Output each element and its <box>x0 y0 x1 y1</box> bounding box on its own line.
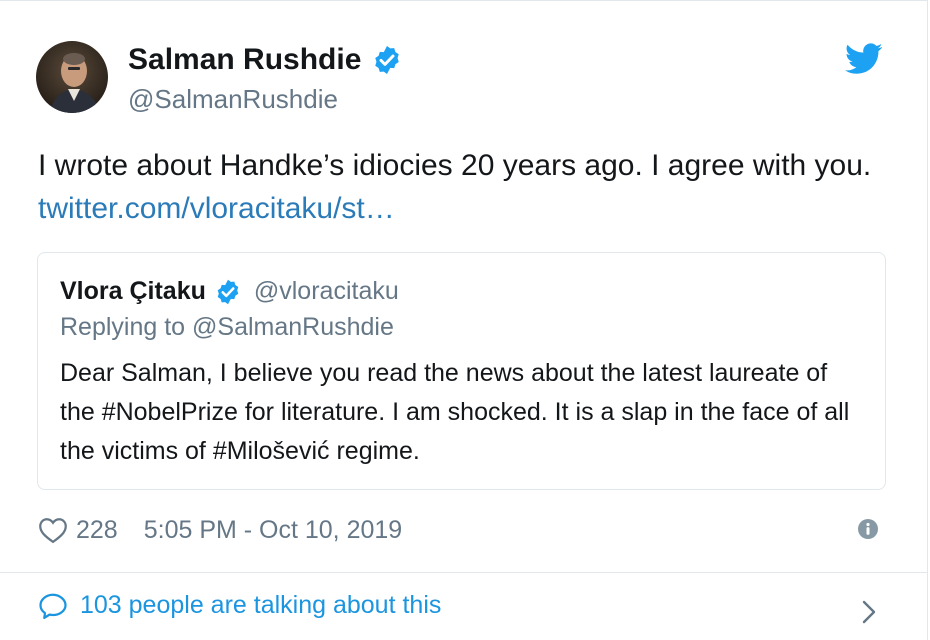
conversation-link[interactable]: 103 people are talking about this <box>38 591 441 620</box>
quoted-text: Dear Salman, I believe you read the news… <box>60 359 850 465</box>
author-name-row[interactable]: Salman Rushdie <box>128 43 403 77</box>
quoted-author-handle: @vloracitaku <box>253 277 399 305</box>
tweet-text: I wrote about Handke’s idiocies 20 years… <box>38 144 888 230</box>
verified-icon <box>214 278 242 306</box>
verified-icon <box>371 44 403 76</box>
timestamp[interactable]: 5:05 PM - Oct 10, 2019 <box>144 516 402 545</box>
tweet-meta: 228 5:05 PM - Oct 10, 2019 <box>38 512 402 548</box>
quoted-author-name: Vlora Çitaku <box>60 277 206 305</box>
author-name[interactable]: Salman Rushdie <box>128 43 361 77</box>
divider <box>0 572 928 573</box>
quoted-header: Vlora Çitaku @vloracitaku <box>60 277 399 306</box>
twitter-bird-icon[interactable] <box>845 43 883 75</box>
speech-bubble-icon <box>38 592 68 620</box>
talking-count[interactable]: 103 people are talking about this <box>80 591 441 620</box>
avatar[interactable] <box>36 41 108 113</box>
heart-icon[interactable] <box>38 516 68 544</box>
tweet-card: Salman Rushdie @SalmanRushdie I wrote ab… <box>0 0 928 640</box>
replying-to: Replying to @SalmanRushdie <box>60 313 394 341</box>
author-handle[interactable]: @SalmanRushdie <box>128 84 338 115</box>
quoted-tweet[interactable]: Vlora Çitaku @vloracitaku Replying to @S… <box>37 252 886 490</box>
info-icon[interactable] <box>857 518 879 540</box>
tweet-link[interactable]: twitter.com/vloracitaku/st… <box>38 192 395 225</box>
like-count[interactable]: 228 <box>76 516 118 545</box>
tweet-body: I wrote about Handke’s idiocies 20 years… <box>38 149 872 182</box>
chevron-right-icon[interactable] <box>860 599 878 625</box>
